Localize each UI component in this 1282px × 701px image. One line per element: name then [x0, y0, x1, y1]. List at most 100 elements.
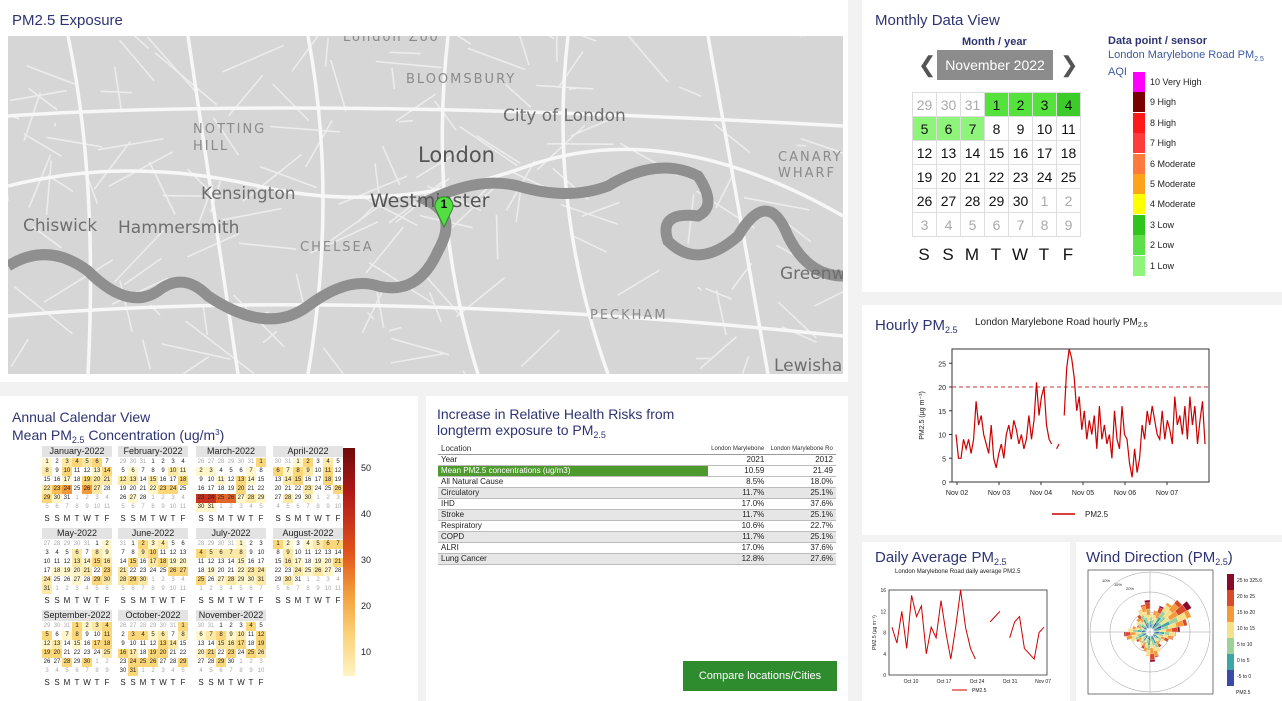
calendar-day: 7 [259, 586, 263, 592]
calendar-day: 1 [42, 458, 52, 467]
month-day-cell[interactable]: 9 [1008, 116, 1033, 141]
month-day-cell[interactable]: 1 [1032, 188, 1057, 213]
map-marker[interactable]: 1 [433, 194, 455, 229]
calendar-day: 8 [316, 504, 320, 510]
month-day-cell[interactable]: 6 [936, 116, 961, 141]
calendar-day-header: T [305, 514, 311, 523]
wind-scale-row: 15 to 20 [1227, 606, 1282, 622]
calendar-day: 8 [151, 586, 155, 592]
month-calendar-small: August-2022 1 2 3 4 5 6 7 8 9 10 11 12 13 14 15 16 17 18 19… [273, 528, 343, 605]
month-calendar-day-headers: SSMTWTF [42, 596, 112, 605]
calendar-day: 8 [95, 668, 99, 674]
month-day-cell[interactable]: 23 [1008, 164, 1033, 189]
month-day-cell[interactable]: 24 [1032, 164, 1057, 189]
month-day-cell[interactable]: 30 [936, 92, 961, 117]
calendar-day: 2 [303, 458, 313, 467]
month-day-cell[interactable]: 7 [1008, 212, 1033, 237]
month-day-cell[interactable]: 25 [1056, 164, 1081, 189]
aqi-legend-row: 1 Low [1133, 255, 1282, 276]
month-day-cell[interactable]: 12 [912, 140, 937, 165]
month-week-row: 29 30 31 1 2 3 4 [912, 92, 1081, 117]
calendar-day: 30 [82, 658, 92, 667]
calendar-day: 16 [197, 486, 205, 492]
month-calendar-day-headers: SSMTWTF [118, 596, 188, 605]
calendar-day: 15 [274, 559, 282, 565]
health-table-cell: ALRI [438, 542, 708, 554]
month-day-cell[interactable]: 5 [912, 116, 937, 141]
month-day-cell[interactable]: 20 [936, 164, 961, 189]
calendar-day-header: S [208, 596, 214, 605]
prev-month-button[interactable]: ❮ [918, 52, 936, 78]
calendar-day: 18 [139, 650, 147, 656]
month-day-cell[interactable]: 27 [936, 188, 961, 213]
month-day-cell[interactable]: 7 [960, 116, 985, 141]
month-calendar-small: May-2022 27 28 29 30 31 1 2 3 4 5 6 7 8 9 10 11 12 13 14 15 1… [42, 528, 112, 605]
annual-scale-label: 30 [361, 555, 372, 565]
wind-scale-row: 5 to 10 [1227, 638, 1282, 654]
month-day-cell[interactable]: 8 [984, 116, 1009, 141]
month-day-cell[interactable]: 13 [936, 140, 961, 165]
calendar-day: 27 [129, 623, 137, 629]
calendar-day: 1 [219, 504, 223, 510]
aqi-swatch [1133, 72, 1145, 92]
calendar-day: 3 [259, 659, 263, 665]
wind-scale-swatch [1227, 606, 1234, 622]
calendar-day-header: W [237, 678, 245, 687]
month-day-cell[interactable]: 16 [1008, 140, 1033, 165]
compare-locations-button[interactable]: Compare locations/Cities [683, 661, 837, 691]
map-label-notting-hill: NOTTING HILL [193, 122, 267, 154]
calendar-day: 28 [83, 577, 91, 583]
month-day-cell[interactable]: 10 [1032, 116, 1057, 141]
month-day-cell[interactable]: 6 [984, 212, 1009, 237]
month-day-cell[interactable]: 29 [984, 188, 1009, 213]
month-day-cell[interactable]: 18 [1056, 140, 1081, 165]
calendar-day: 21 [102, 476, 112, 485]
month-day-cell[interactable]: 26 [912, 188, 937, 213]
month-day-cell[interactable]: 8 [1032, 212, 1057, 237]
month-day-cell[interactable]: 15 [984, 140, 1009, 165]
month-day-cell[interactable]: 30 [1008, 188, 1033, 213]
month-day-cell[interactable]: 28 [960, 188, 985, 213]
calendar-day: 6 [323, 540, 333, 549]
month-day-cell[interactable]: 3 [1032, 92, 1057, 117]
month-day-cell[interactable]: 9 [1056, 212, 1081, 237]
month-day-cell[interactable]: 29 [912, 92, 937, 117]
health-panel: Increase in Relative Health Risks from l… [426, 396, 848, 701]
health-table-cell: Stroke [438, 509, 708, 521]
month-day-cell[interactable]: 5 [960, 212, 985, 237]
month-day-cell[interactable]: 4 [936, 212, 961, 237]
health-table-cell: 11.7% [708, 531, 768, 543]
month-day-cell[interactable]: 17 [1032, 140, 1057, 165]
calendar-day: 8 [216, 631, 226, 640]
month-select[interactable]: November 2022 [937, 50, 1053, 80]
month-day-cell[interactable]: 2 [1008, 92, 1033, 117]
calendar-day: 24 [62, 485, 72, 494]
calendar-day: 12 [256, 631, 266, 640]
month-day-cell[interactable]: 2 [1056, 188, 1081, 213]
month-day-cell[interactable]: 22 [984, 164, 1009, 189]
calendar-day: 1 [151, 459, 155, 465]
month-day-cell[interactable]: 3 [912, 212, 937, 237]
next-month-button[interactable]: ❯ [1060, 52, 1078, 78]
calendar-day: 9 [199, 477, 203, 483]
calendar-day-header: T [305, 596, 311, 605]
month-day-cell[interactable]: 1 [984, 92, 1009, 117]
month-day-cell[interactable]: 11 [1056, 116, 1081, 141]
map-view[interactable]: London Zoo BLOOMSBURY City of London NOT… [8, 36, 843, 374]
aqi-swatch [1133, 112, 1145, 133]
calendar-day-header: T [94, 678, 100, 687]
month-day-cell[interactable]: 14 [960, 140, 985, 165]
calendar-day: 31 [206, 503, 216, 512]
calendar-day: 6 [219, 668, 223, 674]
month-day-cell[interactable]: 31 [960, 92, 985, 117]
calendar-day: 4 [303, 540, 313, 549]
calendar-day: 14 [82, 558, 92, 567]
month-day-cell[interactable]: 19 [912, 164, 937, 189]
month-day-cell[interactable]: 4 [1056, 92, 1081, 117]
calendar-day: 11 [197, 559, 205, 565]
calendar-day: 3 [316, 459, 320, 465]
calendar-day: 5 [229, 468, 233, 474]
aqi-label: 5 Moderate [1150, 179, 1196, 189]
calendar-day: 19 [119, 486, 127, 492]
month-day-cell[interactable]: 21 [960, 164, 985, 189]
